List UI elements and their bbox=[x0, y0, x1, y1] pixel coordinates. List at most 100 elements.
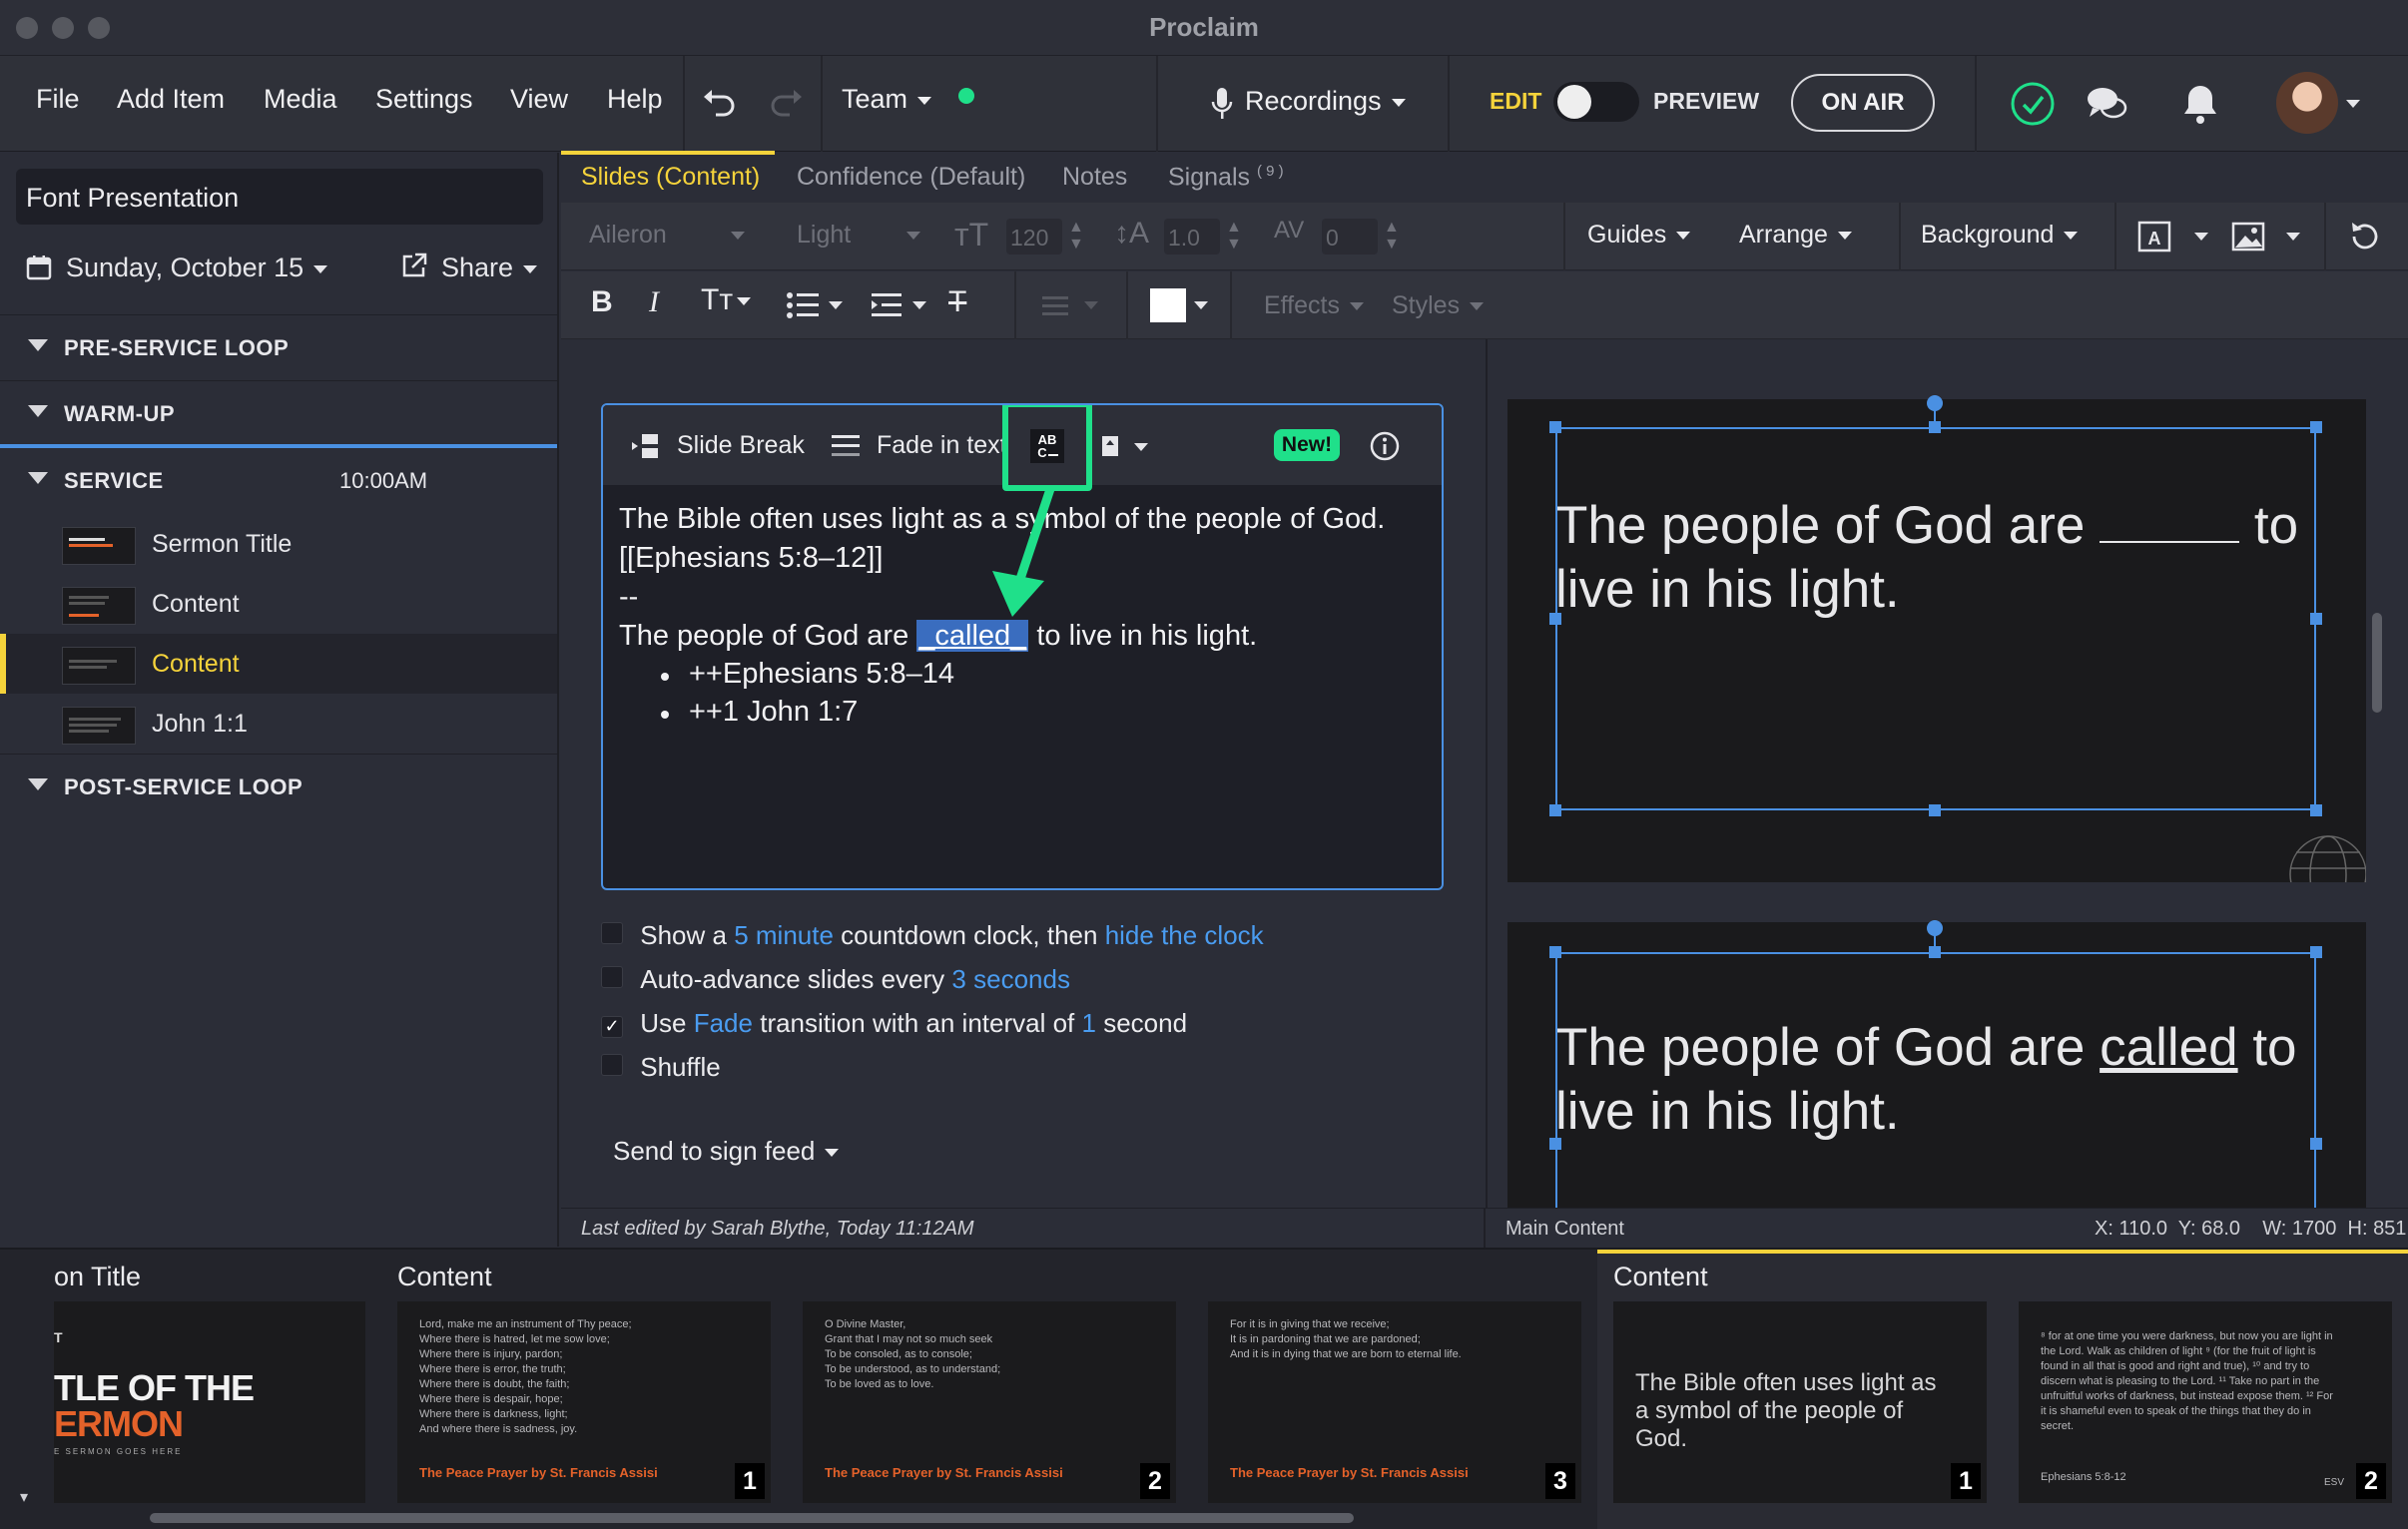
tab-notes[interactable]: Notes bbox=[1062, 163, 1127, 192]
menu-add-item[interactable]: Add Item bbox=[117, 84, 225, 115]
resize-handle[interactable] bbox=[1549, 804, 1561, 816]
shuffle-checkbox[interactable] bbox=[601, 1054, 623, 1076]
resize-handle[interactable] bbox=[2310, 421, 2322, 433]
resize-handle[interactable] bbox=[1929, 946, 1941, 958]
text-box-icon[interactable]: A bbox=[2134, 217, 2174, 256]
resize-handle[interactable] bbox=[2310, 804, 2322, 816]
selected-blank-text[interactable]: _called_ bbox=[916, 620, 1029, 652]
preview-mode-label[interactable]: PREVIEW bbox=[1653, 88, 1759, 115]
avatar[interactable] bbox=[2276, 72, 2338, 134]
resize-handle[interactable] bbox=[2310, 613, 2322, 625]
countdown-duration-link[interactable]: 5 minute bbox=[734, 920, 834, 950]
insert-icon[interactable] bbox=[1098, 431, 1122, 461]
edit-mode-label[interactable]: EDIT bbox=[1490, 88, 1541, 115]
section-service[interactable]: SERVICE 10:00AM bbox=[0, 448, 557, 514]
slide-break-button[interactable]: Slide Break bbox=[677, 431, 805, 460]
rotate-handle[interactable] bbox=[1927, 395, 1943, 411]
transition-type-link[interactable]: Fade bbox=[694, 1008, 753, 1038]
edit-preview-toggle[interactable] bbox=[1553, 82, 1639, 122]
font-size-stepper[interactable]: ▲ ▼ bbox=[1068, 219, 1084, 253]
chevron-down-icon[interactable] bbox=[2346, 100, 2360, 108]
transition-checkbox[interactable]: ✓ bbox=[601, 1015, 623, 1038]
chevron-down-icon[interactable] bbox=[912, 301, 926, 309]
list-item-john[interactable]: John 1:1 bbox=[0, 694, 557, 754]
menu-settings[interactable]: Settings bbox=[375, 84, 473, 115]
rotate-handle[interactable] bbox=[1927, 920, 1943, 936]
list-item-content-selected[interactable]: Content bbox=[0, 634, 557, 694]
filmstrip-slide-sermon-title[interactable]: T TLE OF THE ERMON E SERMON GOES HERE bbox=[54, 1301, 365, 1503]
list-item-content[interactable]: Content bbox=[0, 574, 557, 634]
filmstrip-scrollbar[interactable] bbox=[150, 1513, 1354, 1523]
background-dropdown[interactable]: Background bbox=[1921, 221, 2079, 250]
section-warm-up[interactable]: WARM-UP bbox=[0, 380, 557, 446]
effects-dropdown[interactable]: Effects bbox=[1264, 291, 1364, 320]
resize-handle[interactable] bbox=[1549, 1138, 1561, 1150]
transition-interval-link[interactable]: 1 bbox=[1082, 1008, 1096, 1038]
resize-handle[interactable] bbox=[1929, 421, 1941, 433]
resize-handle[interactable] bbox=[1549, 613, 1561, 625]
hide-clock-link[interactable]: hide the clock bbox=[1105, 920, 1264, 950]
fill-in-blank-button[interactable]: AB C bbox=[1002, 405, 1092, 491]
resize-handle[interactable] bbox=[2310, 946, 2322, 958]
text-color-swatch[interactable] bbox=[1150, 288, 1186, 322]
filmstrip-slide-prayer-3[interactable]: For it is in giving that we receive; It … bbox=[1208, 1301, 1581, 1503]
bold-icon[interactable]: B bbox=[591, 285, 613, 319]
tab-signals[interactable]: Signals ( 9 ) bbox=[1168, 163, 1284, 192]
line-height-stepper[interactable]: ▲ ▼ bbox=[1226, 219, 1242, 253]
filmstrip-slide-content-2[interactable]: ⁸ for at one time you were darkness, but… bbox=[2019, 1301, 2392, 1503]
list-item-sermon-title[interactable]: Sermon Title bbox=[0, 514, 557, 574]
fade-in-text-button[interactable]: Fade in text bbox=[877, 431, 1007, 460]
font-weight-select[interactable]: Light bbox=[797, 221, 921, 250]
sync-ok-icon[interactable] bbox=[2009, 80, 2057, 128]
selection-frame[interactable] bbox=[1555, 952, 2316, 1208]
auto-advance-checkbox[interactable] bbox=[601, 966, 623, 988]
chevron-down-icon[interactable] bbox=[1134, 443, 1148, 451]
styles-dropdown[interactable]: Styles bbox=[1392, 291, 1485, 320]
tab-slides[interactable]: Slides (Content) bbox=[581, 163, 760, 192]
letter-spacing-input[interactable]: 0 bbox=[1322, 219, 1378, 255]
send-to-sign-feed-dropdown[interactable]: Send to sign feed bbox=[613, 1136, 840, 1167]
chevron-down-icon[interactable] bbox=[2194, 233, 2208, 241]
menu-help[interactable]: Help bbox=[607, 84, 663, 115]
bell-icon[interactable] bbox=[2176, 80, 2224, 128]
chevron-down-icon[interactable] bbox=[829, 301, 843, 309]
filmstrip-slide-content-1[interactable]: The Bible often uses light as a symbol o… bbox=[1613, 1301, 1987, 1503]
filmstrip-slide-prayer-2[interactable]: O Divine Master, Grant that I may not so… bbox=[803, 1301, 1176, 1503]
tab-confidence[interactable]: Confidence (Default) bbox=[797, 163, 1025, 192]
service-date-dropdown[interactable]: Sunday, October 15 bbox=[66, 253, 328, 283]
share-dropdown[interactable]: Share bbox=[441, 253, 538, 283]
image-icon[interactable] bbox=[2228, 217, 2268, 256]
chat-icon[interactable] bbox=[2083, 80, 2130, 128]
resize-handle[interactable] bbox=[1549, 946, 1561, 958]
undo-icon[interactable] bbox=[699, 82, 739, 122]
italic-icon[interactable]: I bbox=[649, 285, 659, 319]
clear-format-icon[interactable]: T bbox=[948, 285, 966, 319]
preview-scrollbar[interactable] bbox=[2372, 613, 2382, 713]
chevron-down-icon[interactable] bbox=[1194, 301, 1208, 309]
resize-handle[interactable] bbox=[1549, 421, 1561, 433]
bulleted-list-icon[interactable] bbox=[783, 285, 823, 325]
menu-media[interactable]: Media bbox=[264, 84, 337, 115]
arrange-dropdown[interactable]: Arrange bbox=[1739, 221, 1852, 250]
text-editor[interactable]: Slide Break Fade in text AB C New! The Bi… bbox=[601, 403, 1444, 890]
countdown-checkbox[interactable] bbox=[601, 922, 623, 944]
redo-icon[interactable] bbox=[767, 82, 807, 122]
menu-view[interactable]: View bbox=[510, 84, 568, 115]
font-size-input[interactable]: 120 bbox=[1006, 219, 1062, 255]
line-height-input[interactable]: 1.0 bbox=[1164, 219, 1220, 255]
chevron-down-icon[interactable]: ▾ bbox=[20, 1487, 28, 1507]
reset-icon[interactable] bbox=[2344, 217, 2384, 256]
font-family-select[interactable]: Aileron bbox=[589, 221, 745, 250]
recordings-dropdown[interactable]: Recordings bbox=[1245, 86, 1406, 117]
info-icon[interactable] bbox=[1368, 429, 1402, 463]
section-pre-service-loop[interactable]: PRE-SERVICE LOOP bbox=[0, 314, 557, 380]
chevron-down-icon[interactable] bbox=[2286, 233, 2300, 241]
guides-dropdown[interactable]: Guides bbox=[1587, 221, 1691, 250]
on-air-button[interactable]: ON AIR bbox=[1791, 74, 1935, 132]
resize-handle[interactable] bbox=[1929, 804, 1941, 816]
selection-frame[interactable] bbox=[1555, 427, 2316, 810]
section-post-service-loop[interactable]: POST-SERVICE LOOP bbox=[0, 754, 557, 819]
text-case-icon[interactable]: Tт bbox=[701, 283, 752, 317]
presentation-name-field[interactable]: Font Presentation bbox=[16, 169, 543, 225]
resize-handle[interactable] bbox=[2310, 1138, 2322, 1150]
